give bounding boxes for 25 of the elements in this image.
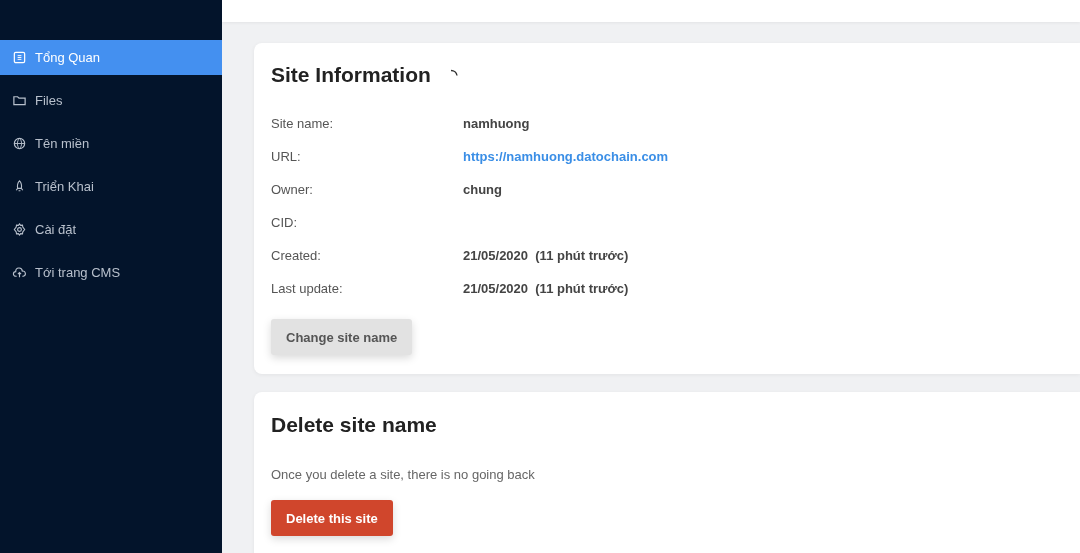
folder-icon: [12, 93, 27, 108]
field-value: chung: [463, 181, 503, 198]
field-value: 21/05/2020 (11 phút trước): [463, 247, 630, 264]
warning-text: Once you delete a site, there is no going back: [271, 467, 536, 482]
sidebar-item[interactable]: Files: [0, 83, 222, 118]
field-value: 21/05/2020 (11 phút trước): [463, 280, 630, 297]
gear-icon: [12, 222, 27, 237]
field-label: URL:: [271, 148, 302, 165]
page-icon: [12, 50, 27, 65]
field-label: CID:: [271, 214, 298, 231]
field-label: Owner:: [271, 181, 314, 198]
field-value: namhuong: [463, 115, 531, 132]
sidebar-item[interactable]: Triển Khai: [0, 169, 222, 204]
delete-site-button[interactable]: Delete this site: [271, 500, 393, 536]
sidebar-item[interactable]: Tên miền: [0, 126, 222, 161]
sidebar-item[interactable]: Cài đặt: [0, 212, 222, 247]
cloud-icon: [12, 265, 27, 280]
sidebar-item[interactable]: Tới trang CMS: [0, 255, 222, 290]
card-title: Delete site name: [271, 413, 438, 437]
field-label: Created:: [271, 247, 322, 264]
card-title: Site Information: [271, 63, 431, 87]
globe-icon: [12, 136, 27, 151]
field-label: Site name:: [271, 115, 335, 132]
change-site-name-button[interactable]: Change site name: [271, 319, 413, 355]
field-label: Last update:: [271, 280, 344, 297]
